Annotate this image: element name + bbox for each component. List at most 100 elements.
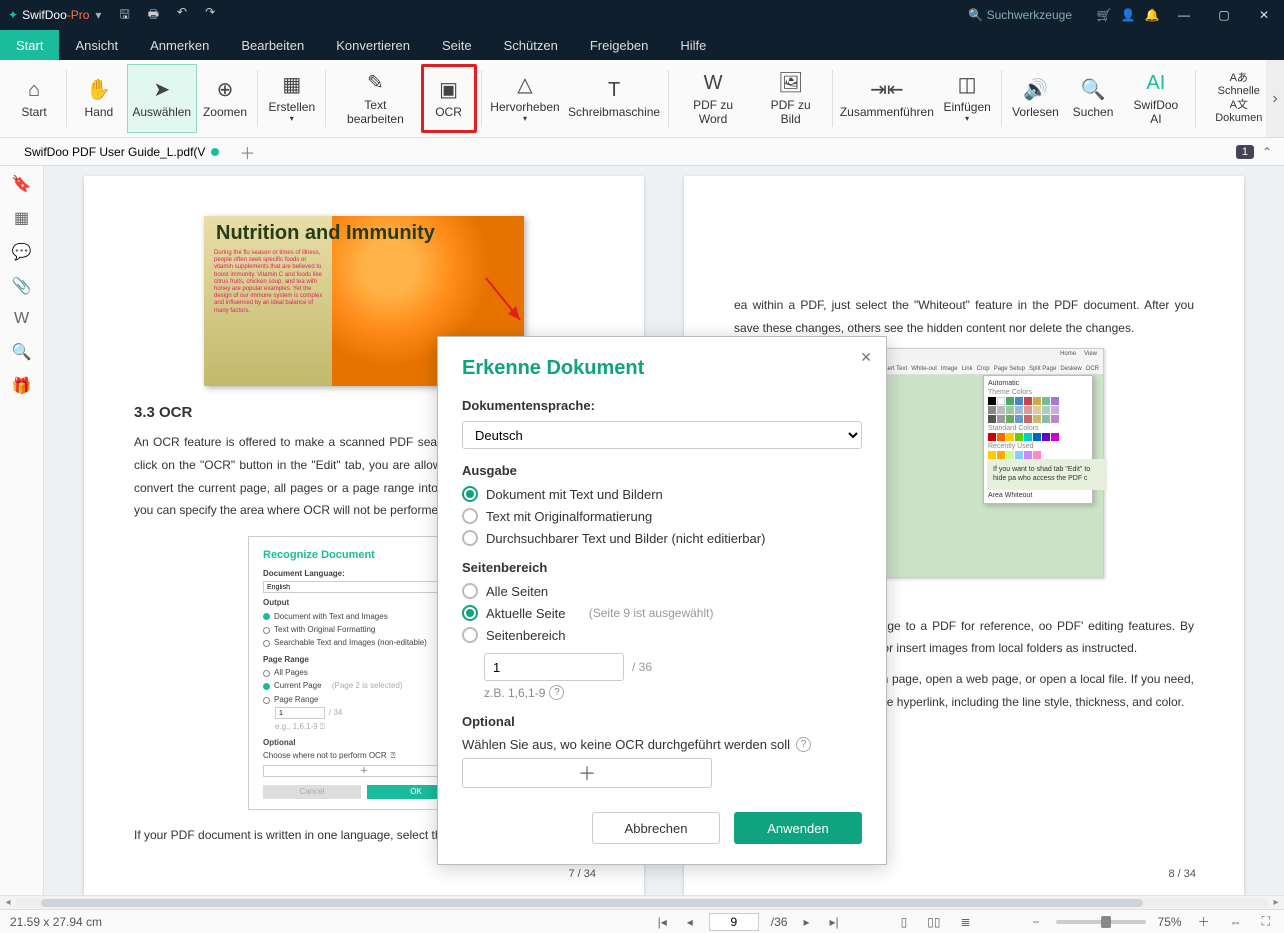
ribbon-pdf2word[interactable]: WPDF zu Word: [672, 64, 753, 133]
ribbon-search[interactable]: 🔍Suchen: [1065, 64, 1121, 133]
radio-icon: [462, 486, 478, 502]
ribbon-zoom[interactable]: ⊕Zoomen: [197, 64, 254, 133]
ribbon-insert[interactable]: ◫Einfügen▾: [937, 64, 997, 133]
menu-convert[interactable]: Konvertieren: [320, 30, 426, 60]
word-panel-icon[interactable]: W: [14, 310, 29, 328]
scrollbar-thumb[interactable]: [41, 899, 1143, 907]
undo-icon[interactable]: ↶: [177, 5, 187, 26]
zoom-slider[interactable]: [1056, 920, 1146, 924]
dialog-close-icon[interactable]: ✕: [860, 349, 872, 366]
scroll-left-icon[interactable]: ◂: [0, 897, 16, 908]
radio-icon: [462, 530, 478, 546]
menu-page[interactable]: Seite: [426, 30, 488, 60]
title-bar: ✦ SwifDoo-Pro ▾ 🖫 🖶 ↶ ↷ 🔍 Suchwerkzeuge …: [0, 0, 1284, 30]
search-panel-icon[interactable]: 🔍: [12, 342, 32, 362]
print-icon[interactable]: 🖶: [148, 5, 159, 26]
menu-start[interactable]: Start: [0, 30, 59, 60]
ribbon-start[interactable]: ⌂Start: [6, 64, 62, 133]
menu-protect[interactable]: Schützen: [488, 30, 574, 60]
menu-view[interactable]: Ansicht: [59, 30, 134, 60]
add-tab-button[interactable]: ＋: [239, 140, 255, 164]
language-select[interactable]: Deutsch: [462, 421, 862, 449]
ribbon-ocr[interactable]: ▣OCR: [421, 64, 477, 133]
ribbon: ⌂Start ✋Hand ➤Auswählen ⊕Zoomen ▦Erstell…: [0, 60, 1284, 138]
radio-icon: [462, 508, 478, 524]
ocr-icon: ▣: [439, 78, 458, 102]
optional-text: Wählen Sie aus, wo keine OCR durchgeführ…: [462, 737, 790, 752]
last-page-icon[interactable]: ▸|: [826, 915, 843, 929]
home-icon: ⌂: [28, 78, 40, 102]
hand-icon: ✋: [86, 78, 111, 102]
qat-dropdown-icon[interactable]: ▾: [95, 8, 101, 22]
minimize-button[interactable]: —: [1164, 0, 1204, 30]
maximize-button[interactable]: ▢: [1204, 0, 1244, 30]
page-input[interactable]: [709, 913, 759, 931]
menu-help[interactable]: Hilfe: [664, 30, 722, 60]
collapse-ribbon-icon[interactable]: ⌃: [1262, 145, 1272, 159]
help-icon[interactable]: ?: [796, 737, 811, 752]
help-icon[interactable]: ?: [549, 685, 564, 700]
first-page-icon[interactable]: |◂: [654, 915, 671, 929]
output-label: Ausgabe: [462, 463, 862, 478]
ribbon-select[interactable]: ➤Auswählen: [127, 64, 197, 133]
save-icon[interactable]: 🖫: [119, 5, 129, 26]
range-current[interactable]: Aktuelle Seite (Seite 9 ist ausgewählt): [462, 605, 862, 621]
page-dimensions: 21.59 x 27.94 cm: [10, 915, 102, 929]
ribbon-ai[interactable]: AISwifDoo AI: [1121, 64, 1191, 133]
bookmark-icon[interactable]: 🔖: [12, 174, 32, 194]
lang-label: Dokumentensprache:: [462, 398, 862, 413]
apply-button[interactable]: Anwenden: [734, 812, 862, 844]
page-total: / 36: [632, 660, 652, 674]
add-exclusion-area[interactable]: ＋: [462, 758, 712, 788]
thumbnails-icon[interactable]: ▦: [14, 208, 29, 228]
continuous-icon[interactable]: ≣: [956, 915, 974, 929]
zoom-out-icon[interactable]: −: [1029, 915, 1044, 929]
prev-page-icon[interactable]: ◂: [683, 915, 697, 929]
next-page-icon[interactable]: ▸: [799, 915, 813, 929]
typewriter-icon: T: [608, 78, 620, 102]
ribbon-create[interactable]: ▦Erstellen▾: [262, 64, 321, 133]
menu-annotate[interactable]: Anmerken: [134, 30, 225, 60]
ribbon-overflow[interactable]: ›: [1266, 60, 1284, 137]
notify-icon[interactable]: 🔔: [1140, 3, 1164, 27]
page-number: 7 / 34: [568, 868, 596, 880]
attachments-icon[interactable]: 📎: [12, 276, 32, 296]
document-tab[interactable]: SwifDoo PDF User Guide_L.pdf(V: [14, 141, 229, 163]
ribbon-hand[interactable]: ✋Hand: [71, 64, 127, 133]
cart-icon[interactable]: 🛒: [1092, 3, 1116, 27]
page-range-input[interactable]: [484, 653, 624, 681]
ribbon-read-aloud[interactable]: 🔊Vorlesen: [1006, 64, 1065, 133]
ai-icon: AI: [1146, 71, 1165, 95]
single-page-icon[interactable]: ▯: [897, 915, 912, 929]
cancel-button[interactable]: Abbrechen: [592, 812, 720, 844]
output-option-1[interactable]: Dokument mit Text und Bildern: [462, 486, 862, 502]
ribbon-pdf2img[interactable]: 🖼PDF zu Bild: [754, 64, 828, 133]
ocr-dialog: ✕ Erkenne Dokument Dokumentensprache: De…: [437, 336, 887, 865]
quick-access-toolbar: 🖫 🖶 ↶ ↷: [119, 5, 215, 26]
redo-icon[interactable]: ↷: [205, 5, 215, 26]
comments-icon[interactable]: 💬: [12, 242, 32, 262]
fit-width-icon[interactable]: ⇔: [1226, 915, 1246, 929]
output-option-3[interactable]: Durchsuchbarer Text und Bilder (nicht ed…: [462, 530, 862, 546]
menu-share[interactable]: Freigeben: [574, 30, 665, 60]
range-custom[interactable]: Seitenbereich: [462, 627, 862, 643]
ribbon-highlight[interactable]: △Hervorheben▾: [485, 64, 564, 133]
zoom-in-icon[interactable]: ＋: [1194, 913, 1214, 930]
search-tools[interactable]: 🔍 Suchwerkzeuge: [968, 8, 1072, 22]
two-page-icon[interactable]: ▯▯: [923, 915, 944, 929]
gift-icon[interactable]: 🎁: [12, 376, 32, 396]
close-button[interactable]: ✕: [1244, 0, 1284, 30]
user-icon[interactable]: 👤: [1116, 3, 1140, 27]
ribbon-edit-text[interactable]: ✎Text bearbeiten: [330, 64, 420, 133]
ribbon-merge[interactable]: ⇥⇤Zusammenführen: [836, 64, 937, 133]
output-option-2[interactable]: Text mit Originalformatierung: [462, 508, 862, 524]
menu-edit[interactable]: Bearbeiten: [225, 30, 320, 60]
ribbon-typewriter[interactable]: TSchreibmaschine: [565, 64, 664, 133]
range-all[interactable]: Alle Seiten: [462, 583, 862, 599]
insert-icon: ◫: [958, 73, 977, 97]
word-icon: W: [704, 71, 723, 95]
horizontal-scrollbar[interactable]: ◂ ▸: [0, 895, 1284, 909]
fullscreen-icon[interactable]: ⛶: [1258, 914, 1274, 929]
range-label: Seitenbereich: [462, 560, 862, 575]
scroll-right-icon[interactable]: ▸: [1268, 897, 1284, 908]
